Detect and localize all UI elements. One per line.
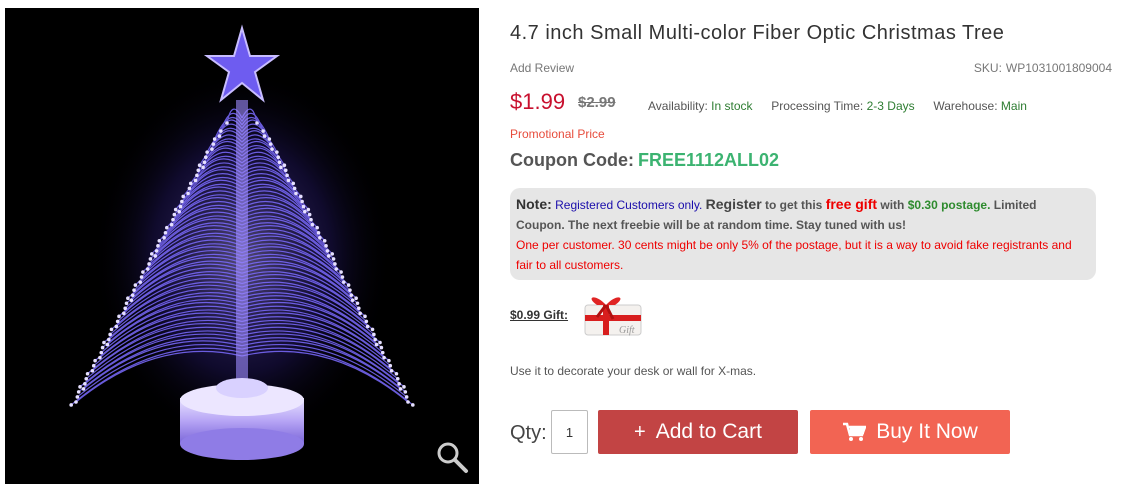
note-with: with [880, 198, 905, 212]
buy-it-now-button[interactable]: Buy It Now [810, 410, 1010, 454]
register-link[interactable]: Register [706, 196, 762, 212]
note-warning: One per customer. 30 cents might be only… [516, 238, 1072, 272]
free-gift-text: free gift [825, 196, 878, 212]
sku-value: WP1031001809004 [1005, 61, 1112, 75]
add-to-cart-button[interactable]: + Add to Cart [598, 410, 798, 454]
availability-label: Availability: [648, 99, 708, 113]
gift-image-text: Gift [619, 325, 635, 336]
plus-icon: + [634, 420, 646, 443]
product-image[interactable] [5, 8, 479, 484]
promotional-price-label: Promotional Price [510, 127, 605, 141]
current-price: $1.99 [510, 89, 566, 114]
coupon-code: FREE1112ALL02 [637, 150, 780, 170]
note-box: Note: Registered Customers only. Registe… [510, 188, 1096, 280]
product-meta: Availability: In stock Processing Time: … [648, 99, 1027, 113]
gift-label[interactable]: $0.99 Gift: [510, 308, 568, 322]
qty-label: Qty: [510, 422, 547, 444]
postage-text: $0.30 postage. [907, 198, 991, 212]
qty-input[interactable] [551, 410, 588, 454]
sku-label: SKU: [973, 61, 1002, 75]
coupon-label: Coupon Code: [510, 150, 634, 170]
processing-value: 2-3 Days [866, 99, 915, 113]
processing-label: Processing Time: [771, 99, 864, 113]
coupon: Coupon Code: FREE1112ALL02 [510, 150, 779, 171]
note-label: Note: [516, 196, 552, 212]
product-title: 4.7 inch Small Multi-color Fiber Optic C… [510, 22, 1005, 44]
sku: SKU: WP1031001809004 [974, 61, 1112, 75]
add-review-link[interactable]: Add Review [510, 61, 574, 75]
warehouse-label: Warehouse: [933, 99, 998, 113]
note-to-get: to get this [765, 198, 823, 212]
availability-value: In stock [711, 99, 753, 113]
product-description: Use it to decorate your desk or wall for… [510, 364, 757, 378]
old-price: $2.99 [578, 94, 616, 111]
add-to-cart-label: Add to Cart [655, 420, 762, 443]
fiber-optic-tree-image [69, 24, 415, 460]
registered-only-link[interactable]: Registered Customers only. [555, 198, 702, 212]
magnifier-icon[interactable] [435, 440, 469, 474]
gift-image[interactable]: Gift [577, 291, 645, 339]
buy-it-now-label: Buy It Now [876, 420, 978, 443]
cart-icon [842, 422, 867, 442]
warehouse-value: Main [1000, 99, 1027, 113]
